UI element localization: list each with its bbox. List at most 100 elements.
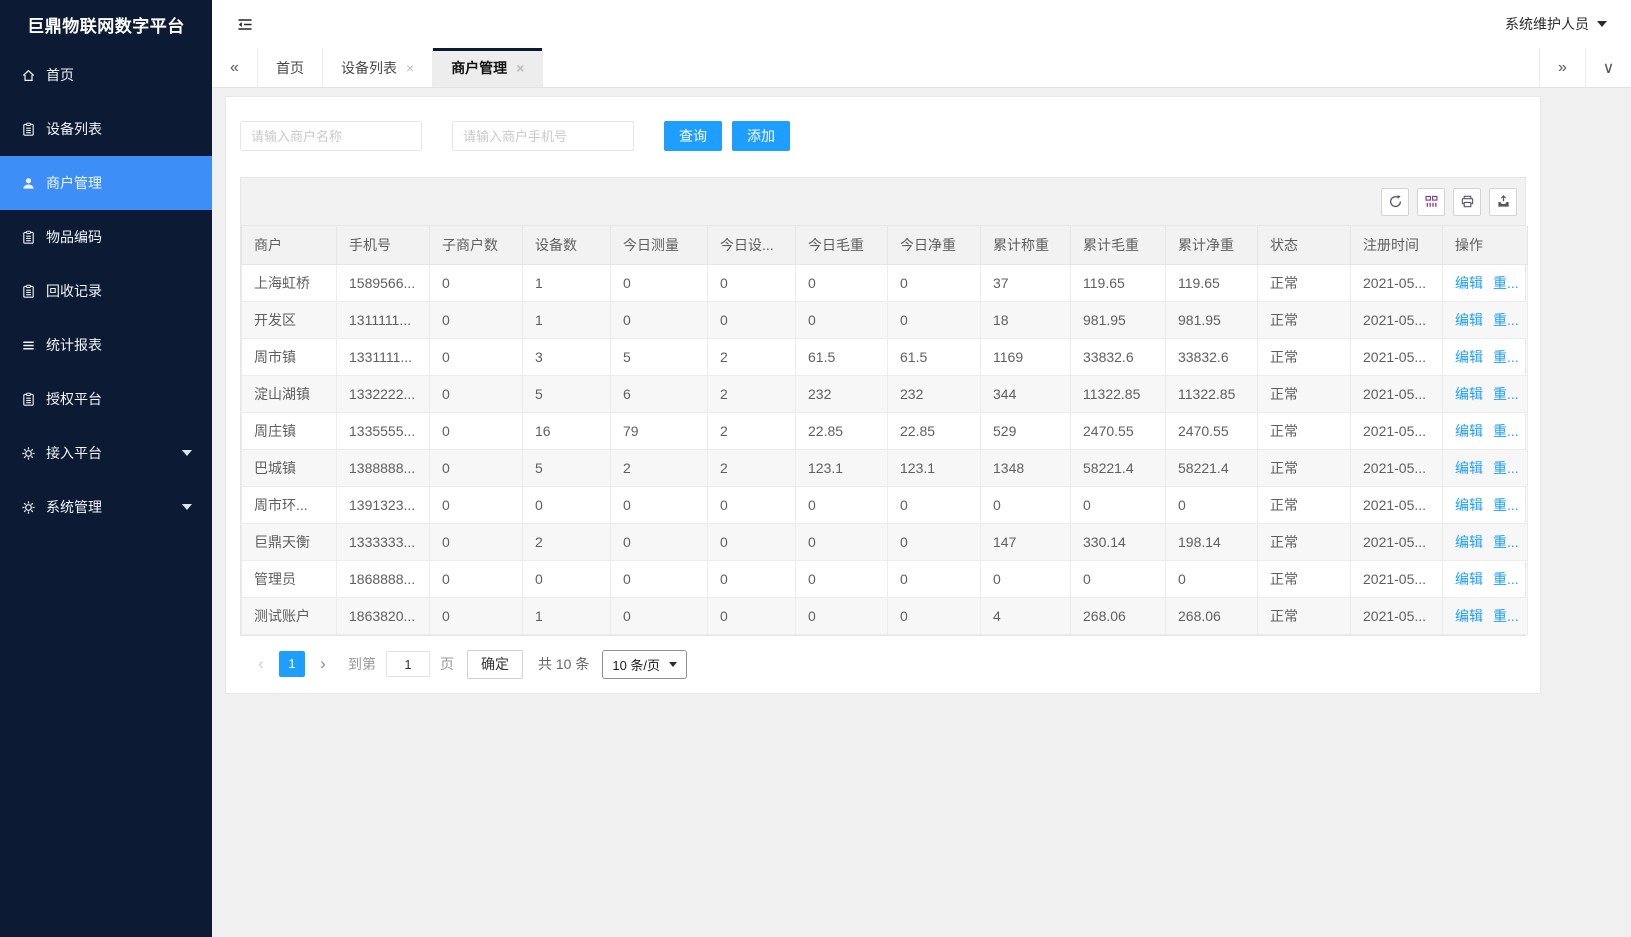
reset-link[interactable]: 重... [1493,497,1519,513]
main-content: 查询 添加 商户手机号子商户数设备数今日测量今日设...今 [212,88,1631,937]
edit-link[interactable]: 编辑 [1455,349,1483,365]
current-page-button[interactable]: 1 [279,651,305,677]
reset-link[interactable]: 重... [1493,608,1519,624]
edit-link[interactable]: 编辑 [1455,423,1483,439]
user-menu[interactable]: 系统维护人员 [1505,14,1607,34]
table-cell: 1868888... [337,560,430,597]
sidebar-item-label: 授权平台 [46,389,102,409]
table-row: 淀山湖镇1332222...056223223234411322.8511322… [242,375,1528,412]
close-icon[interactable]: × [406,60,414,76]
merchant-name-input[interactable] [240,121,422,151]
reset-link[interactable]: 重... [1493,423,1519,439]
table-cell: 0 [611,560,708,597]
edit-link[interactable]: 编辑 [1455,386,1483,402]
goto-page-label: 到第 [348,654,376,674]
row-actions: 编辑重... [1443,412,1528,449]
tab-device-list[interactable]: 设备列表× [323,48,433,87]
reset-link[interactable]: 重... [1493,312,1519,328]
sidebar-menu: 首页设备列表商户管理物品编码回收记录统计报表授权平台接入平台系统管理 [0,48,212,534]
edit-link[interactable]: 编辑 [1455,571,1483,587]
close-icon[interactable]: × [516,60,524,76]
sidebar-item-merchant-management[interactable]: 商户管理 [0,156,212,210]
document-icon [20,283,36,299]
table-cell: 0 [430,375,523,412]
refresh-icon[interactable] [1381,188,1409,216]
goto-page-input[interactable] [386,651,430,677]
edit-link[interactable]: 编辑 [1455,608,1483,624]
next-page-button[interactable]: › [312,654,334,674]
table-cell: 0 [796,301,888,338]
table-cell: 2 [708,412,796,449]
reset-link[interactable]: 重... [1493,349,1519,365]
reset-link[interactable]: 重... [1493,460,1519,476]
sidebar-item-access-platform[interactable]: 接入平台 [0,426,212,480]
edit-link[interactable]: 编辑 [1455,275,1483,291]
table-cell: 5 [523,375,611,412]
sidebar-item-home[interactable]: 首页 [0,48,212,102]
tabs-menu-button[interactable]: ∨ [1585,48,1631,87]
table-cell: 119.65 [1071,264,1166,301]
sidebar-item-device-list[interactable]: 设备列表 [0,102,212,156]
table-cell: 2470.55 [1071,412,1166,449]
reset-link[interactable]: 重... [1493,534,1519,550]
table-cell: 0 [430,560,523,597]
edit-link[interactable]: 编辑 [1455,497,1483,513]
user-name: 系统维护人员 [1505,14,1589,34]
table-cell: 1348 [981,449,1071,486]
document-icon [20,391,36,407]
table-cell: 2021-05... [1351,560,1443,597]
export-icon[interactable] [1489,188,1517,216]
columns-filter-icon[interactable] [1417,188,1445,216]
tabs-scroll-left-button[interactable]: « [212,48,258,87]
table-cell: 巨鼎天衡 [242,523,337,560]
sidebar-item-item-code[interactable]: 物品编码 [0,210,212,264]
tabs-scroll-right-button[interactable]: » [1539,48,1585,87]
print-icon[interactable] [1453,188,1481,216]
table-cell: 0 [430,523,523,560]
sidebar-item-label: 统计报表 [46,335,102,355]
table-cell: 344 [981,375,1071,412]
sidebar-item-system-management[interactable]: 系统管理 [0,480,212,534]
table-cell: 周市环... [242,486,337,523]
tab-merchant-management[interactable]: 商户管理× [433,48,543,87]
table-cell: 管理员 [242,560,337,597]
table-cell: 61.5 [888,338,981,375]
page-size-select[interactable]: 10 条/页 [602,650,687,679]
reset-link[interactable]: 重... [1493,386,1519,402]
table-row: 周庄镇1335555...01679222.8522.855292470.552… [242,412,1528,449]
add-button[interactable]: 添加 [732,121,790,151]
table-cell: 正常 [1258,412,1351,449]
confirm-page-button[interactable]: 确定 [467,650,523,679]
collapse-sidebar-icon[interactable] [236,17,254,32]
table-cell: 1 [523,264,611,301]
table-cell: 2021-05... [1351,375,1443,412]
table-cell: 2021-05... [1351,523,1443,560]
query-button[interactable]: 查询 [664,121,722,151]
reset-link[interactable]: 重... [1493,571,1519,587]
edit-link[interactable]: 编辑 [1455,460,1483,476]
sidebar-item-authorization-platform[interactable]: 授权平台 [0,372,212,426]
table-cell: 2021-05... [1351,301,1443,338]
table-cell: 4 [981,597,1071,634]
table-cell: 淀山湖镇 [242,375,337,412]
table-cell: 0 [430,338,523,375]
edit-link[interactable]: 编辑 [1455,534,1483,550]
prev-page-button[interactable]: ‹ [250,654,272,674]
table-cell: 0 [1166,560,1258,597]
reset-link[interactable]: 重... [1493,275,1519,291]
sidebar-item-statistics-report[interactable]: 统计报表 [0,318,212,372]
merchant-phone-input[interactable] [452,121,634,151]
table-cell: 1169 [981,338,1071,375]
row-actions: 编辑重... [1443,375,1528,412]
table-cell: 正常 [1258,449,1351,486]
sidebar-item-recycle-records[interactable]: 回收记录 [0,264,212,318]
table-cell: 正常 [1258,597,1351,634]
table-row: 周市镇1331111...035261.561.5116933832.63383… [242,338,1528,375]
table-cell: 1335555... [337,412,430,449]
edit-link[interactable]: 编辑 [1455,312,1483,328]
tab-home[interactable]: 首页 [258,48,323,87]
table-cell: 1332222... [337,375,430,412]
table-cell: 测试账户 [242,597,337,634]
column-header: 今日设... [708,226,796,264]
tabs: 首页设备列表×商户管理× [258,48,1539,87]
